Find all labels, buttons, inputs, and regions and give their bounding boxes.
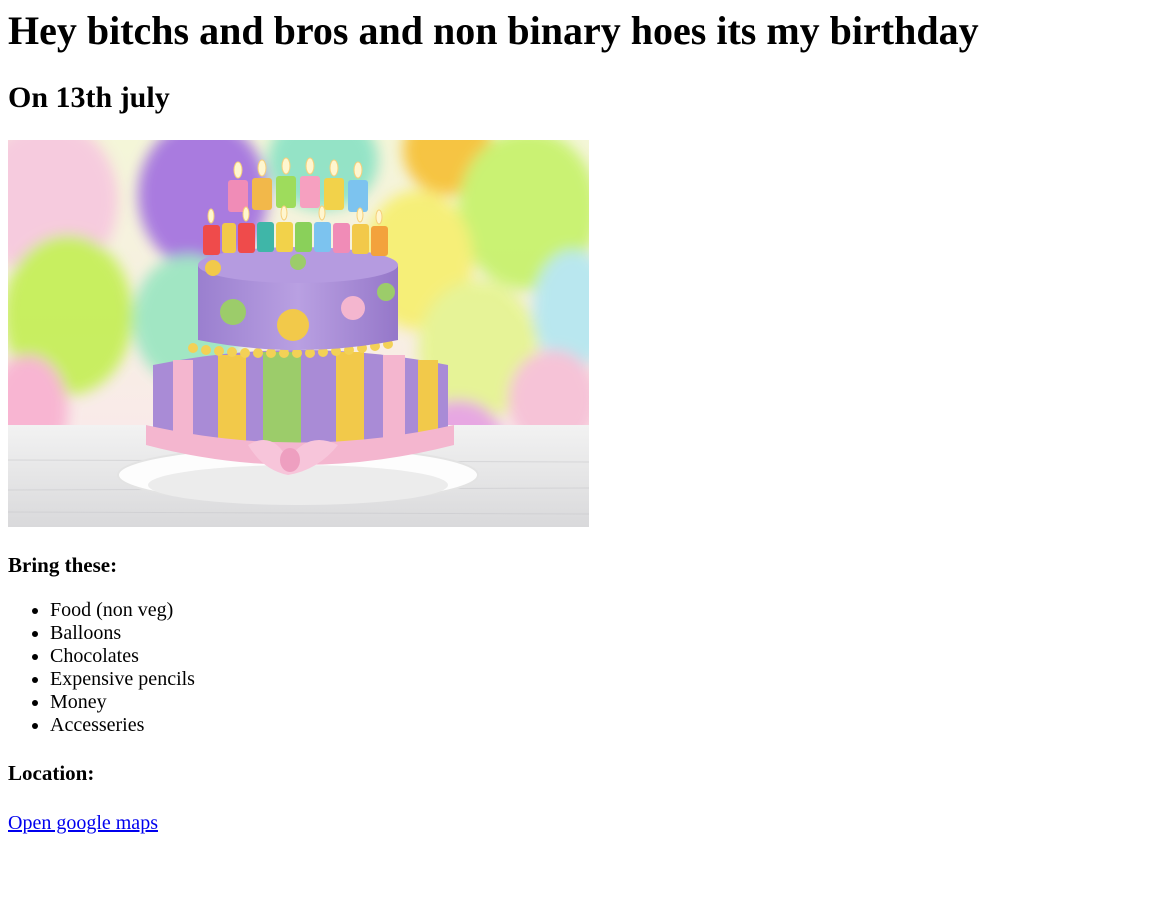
date-heading: On 13th july — [8, 81, 170, 114]
list-item: Money — [50, 691, 1150, 714]
page: Hey bitchs and bros and non binary hoes … — [0, 0, 1158, 835]
bring-list: Food (non veg) Balloons Chocolates Expen… — [8, 599, 1150, 737]
list-item: Expensive pencils — [50, 668, 1150, 691]
bring-heading: Bring these: — [8, 553, 118, 577]
page-title: Hey bitchs and bros and non binary hoes … — [8, 8, 979, 53]
maps-link-container: Open google maps — [8, 811, 1150, 835]
list-item: Chocolates — [50, 645, 1150, 668]
birthday-cake-image — [8, 140, 589, 527]
open-google-maps-link[interactable]: Open google maps — [8, 812, 158, 834]
list-item: Balloons — [50, 622, 1150, 645]
location-heading: Location: — [8, 761, 95, 785]
list-item: Food (non veg) — [50, 599, 1150, 622]
list-item: Accesseries — [50, 714, 1150, 737]
